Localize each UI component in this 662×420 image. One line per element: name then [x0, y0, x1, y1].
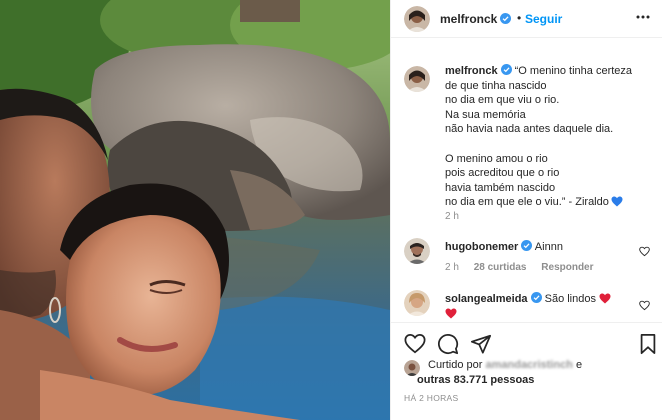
post-header: melfronck • Seguir	[391, 0, 662, 38]
likes-conjunction: e	[575, 359, 583, 371]
commenter-username[interactable]: solangealmeida	[445, 293, 528, 305]
comment-likes-count[interactable]: 28 curtidas	[474, 262, 527, 273]
comment-time[interactable]: 2 h	[445, 262, 459, 273]
caption-text: melfronck “O menino tinha certeza de que…	[445, 64, 655, 210]
caption-line: no dia em que viu o rio.	[445, 94, 560, 107]
verified-badge-icon	[500, 13, 512, 24]
post-image	[0, 0, 390, 420]
comment-item: hugobonemer Ainnn 2 h 28 curtidas Respon…	[404, 238, 654, 278]
heart-outline-icon[interactable]	[639, 246, 650, 257]
likes-line-1: Curtido por amandacristinch e	[428, 358, 582, 373]
caption-line-text: no dia em que ele o viu.” - Ziraldo	[445, 196, 609, 209]
verified-badge-icon	[521, 240, 533, 251]
paper-plane-icon[interactable]	[470, 333, 492, 355]
caption-timestamp[interactable]: 2 h	[445, 211, 459, 222]
comment-meta: 2 h 28 curtidas Responder	[445, 262, 606, 273]
likes-others-count[interactable]: outras 83.771 pessoas	[417, 373, 534, 388]
commenter-avatar[interactable]	[404, 290, 430, 316]
author-username-text[interactable]: melfronck	[440, 12, 497, 26]
commenter-avatar[interactable]	[404, 238, 430, 264]
caption-author-avatar[interactable]	[404, 66, 430, 92]
reply-button[interactable]: Responder	[541, 262, 593, 273]
red-heart-icon	[599, 293, 611, 304]
comment-bubble-icon[interactable]	[437, 333, 459, 355]
comment-body: Ainnn	[534, 241, 563, 253]
caption-line: no dia em que ele o viu.” - Ziraldo	[445, 195, 655, 210]
follow-button[interactable]: Seguir	[525, 12, 562, 26]
comment-text: hugobonemer Ainnn	[445, 240, 563, 253]
post-sidebar: melfronck • Seguir melfronck “O menino t…	[390, 0, 662, 420]
caption-line-text: “O menino tinha certeza	[514, 65, 633, 77]
heart-outline-icon[interactable]	[404, 333, 426, 355]
caption-line: melfronck “O menino tinha certeza	[445, 64, 655, 79]
verified-badge-icon	[500, 64, 512, 75]
author-avatar[interactable]	[404, 6, 430, 32]
verified-badge-icon	[530, 292, 542, 303]
caption-line: pois acreditou que o rio	[445, 167, 560, 180]
blue-heart-icon	[611, 196, 623, 207]
post-photo[interactable]	[0, 0, 390, 420]
caption-line: de que tinha nascido	[445, 79, 547, 92]
caption-line: não havia nada antes daquele dia.	[445, 123, 614, 136]
author-username[interactable]: melfronck	[440, 12, 512, 26]
ellipsis-horizontal-icon[interactable]	[635, 9, 651, 25]
caption-line: havia também nascido	[445, 181, 556, 194]
liked-by-prefix: Curtido por	[428, 359, 483, 371]
caption-author-username[interactable]: melfronck	[445, 65, 498, 77]
comment-text: solangealmeida São lindos	[445, 292, 611, 305]
liker-username[interactable]: amandacristinch	[485, 358, 572, 373]
separator-dot: •	[517, 11, 522, 25]
commenter-username[interactable]: hugobonemer	[445, 241, 518, 253]
bookmark-icon[interactable]	[637, 333, 659, 355]
post-timestamp[interactable]: HÁ 2 HORAS	[404, 393, 459, 403]
comment-body: São lindos	[544, 293, 596, 305]
caption-line: O menino amou o rio	[445, 152, 548, 165]
comment-item: solangealmeida São lindos	[404, 290, 654, 322]
heart-outline-icon[interactable]	[639, 300, 650, 311]
caption-line: Na sua memória	[445, 108, 526, 121]
red-heart-icon	[445, 308, 457, 319]
likes-summary: Curtido por amandacristinch e outras 83.…	[404, 357, 654, 389]
